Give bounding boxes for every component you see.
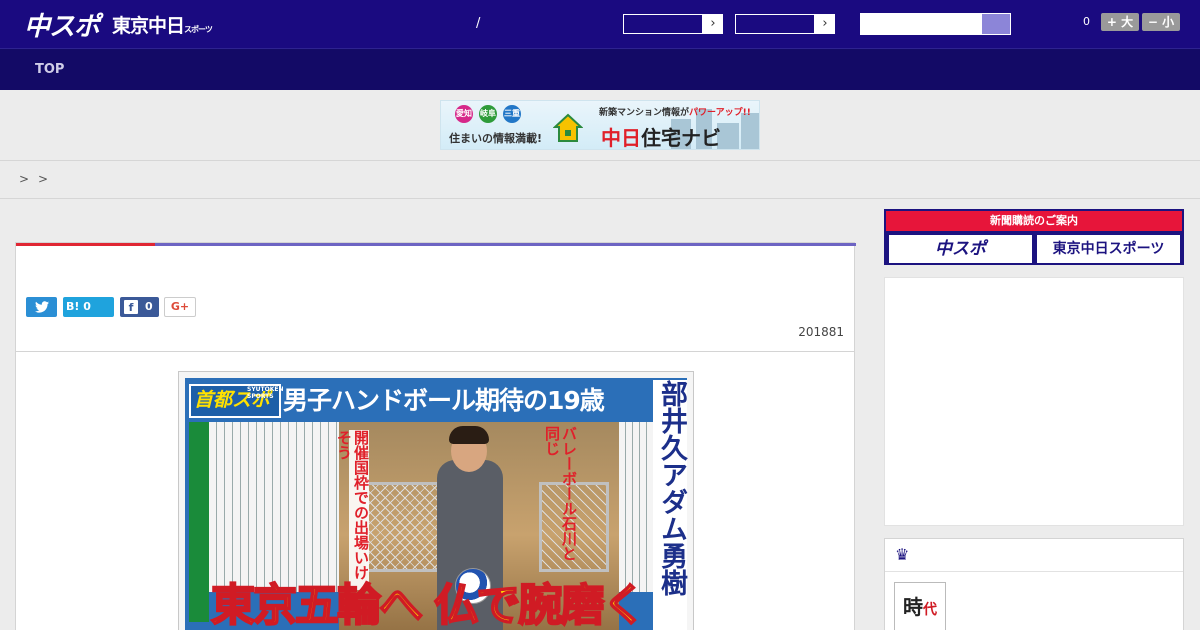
ranking-thumb-text: 時 (903, 595, 923, 619)
ranking-thumbnail[interactable]: 時代 (894, 582, 946, 630)
chuspo-logo[interactable]: 中スポ (24, 6, 100, 43)
category-select-1[interactable]: › (622, 13, 724, 35)
tokyo-logo-sub: スポーツ (184, 25, 213, 34)
banner-headline-emph: パワーアップ!! (689, 108, 751, 118)
subscribe-tokyo-button[interactable]: 東京中日スポーツ (1036, 234, 1181, 264)
banner-headline-pre: 新築マンション情報が (599, 108, 690, 118)
site-header: 中スポ 東京中日スポーツ / › › 0 + 大 − 小 (0, 0, 1200, 48)
font-decrease-button[interactable]: − 小 (1142, 13, 1180, 31)
category-select-2[interactable]: › (734, 13, 836, 35)
search-input[interactable] (861, 14, 983, 34)
sidebar-ad-slot[interactable] (884, 277, 1184, 526)
banner-building (741, 113, 759, 149)
housing-navi-banner[interactable]: 愛知 岐阜 三重 住まいの情報満載! 新築マンション情報がパワーアップ!! 中日… (440, 100, 760, 150)
banner-brand-red: 中日 (601, 126, 641, 150)
newspaper-front-page: 首都スポ SYUTOKEN SPORTS 男子ハンドボール期待の19歳 開催国枠で… (185, 378, 687, 630)
banner-badge-gifu: 岐阜 (479, 105, 497, 123)
ad-banner-area: 愛知 岐阜 三重 住まいの情報満載! 新築マンション情報がパワーアップ!! 中日… (0, 90, 1200, 161)
search-form (860, 13, 1011, 35)
header-separator: / (476, 16, 481, 31)
article-date: 201881 (798, 325, 844, 339)
newspaper-logo: 首都スポ SYUTOKEN SPORTS (189, 384, 284, 418)
subscription-header: 新聞購読のご案内 (886, 211, 1182, 231)
newspaper-text-block (209, 422, 339, 592)
card-divider (16, 351, 854, 352)
google-plus-share-button[interactable]: G+ (164, 297, 196, 317)
tokyo-logo-text: 東京中日 (112, 15, 185, 37)
twitter-icon (34, 301, 49, 313)
breadcrumb-separator: > (19, 172, 30, 186)
banner-tagline: 住まいの情報満載! (449, 132, 543, 145)
banner-headline: 新築マンション情報がパワーアップ!! (599, 105, 751, 118)
newspaper-text-block (619, 422, 653, 592)
handball-goal-net (365, 482, 445, 572)
hatena-bookmark-button[interactable]: B! 0 (63, 297, 114, 317)
banner-badge-mie: 三重 (503, 105, 521, 123)
newspaper-main-headline: 東京五輪へ 仏で腕磨く (210, 579, 647, 630)
newspaper-side-column (189, 422, 209, 622)
banner-brand-rest: 住宅ナビ (641, 126, 721, 150)
ranking-thumb-red: 代 (923, 602, 937, 618)
font-size-value: 0 (1083, 15, 1090, 28)
twitter-share-button[interactable] (26, 297, 57, 317)
breadcrumb: > > (0, 161, 1200, 199)
card-accent-purple (155, 243, 856, 246)
category-select-1-value (623, 14, 703, 34)
category-select-2-value (735, 14, 815, 34)
banner-brand: 中日住宅ナビ (601, 122, 721, 150)
main-nav: TOP (0, 48, 1200, 90)
ranking-divider (885, 571, 1183, 572)
facebook-icon: f (124, 300, 138, 314)
article-card: B! 0 f 0 G+ 201881 首都スポ SYUTOKEN SPORTS 男… (15, 242, 856, 630)
ranking-icon: ♛ (895, 545, 910, 564)
house-icon (553, 113, 583, 142)
tokyo-chunichi-logo[interactable]: 東京中日スポーツ (112, 11, 213, 38)
subscription-box: 新聞購読のご案内 中スポ 東京中日スポーツ (884, 209, 1184, 265)
subscribe-chuspo-button[interactable]: 中スポ (888, 234, 1033, 264)
card-accent-red (16, 243, 155, 246)
facebook-share-button[interactable]: f 0 (120, 297, 159, 317)
ranking-box: ♛ 時代 (884, 538, 1184, 630)
newspaper-logo-sub: SYUTOKEN SPORTS (247, 386, 284, 400)
facebook-share-count: 0 (145, 300, 153, 313)
chevron-right-icon[interactable]: › (815, 14, 835, 34)
nav-item-top[interactable]: TOP (35, 62, 64, 77)
banner-badge-aichi: 愛知 (455, 105, 473, 123)
search-button[interactable] (982, 14, 1010, 34)
newspaper-red-caption: バレーボール石川と同じ (543, 426, 578, 561)
player-hair (449, 426, 489, 444)
chevron-right-icon[interactable]: › (703, 14, 723, 34)
newspaper-image[interactable]: 首都スポ SYUTOKEN SPORTS 男子ハンドボール期待の19歳 開催国枠で… (178, 371, 694, 630)
newspaper-headline: 男子ハンドボール期待の19歳 (283, 386, 605, 415)
breadcrumb-separator: > (38, 172, 49, 186)
font-increase-button[interactable]: + 大 (1101, 13, 1139, 31)
newspaper-red-caption: 開催国枠での出場いけそう (335, 430, 370, 590)
